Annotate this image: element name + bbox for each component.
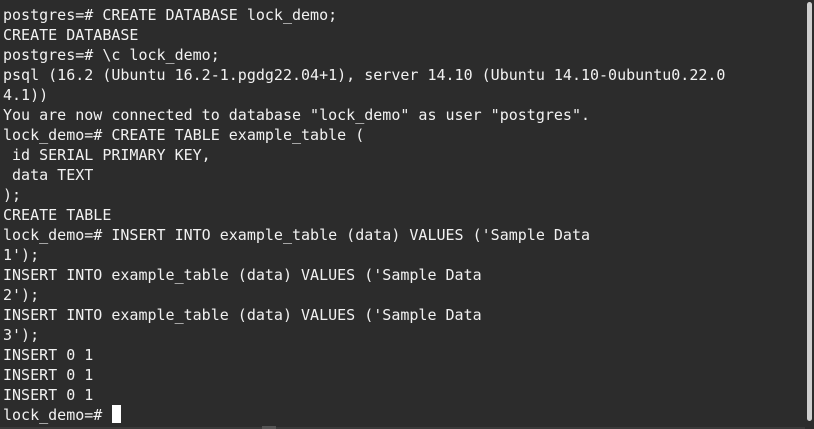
terminal-line: 2'); <box>3 286 40 304</box>
terminal-line: You are now connected to database "lock_… <box>3 106 590 124</box>
scrollbar-thumb[interactable] <box>807 2 812 421</box>
prompt-text: lock_demo=# <box>3 406 112 424</box>
terminal-line: psql (16.2 (Ubuntu 16.2-1.pgdg22.04+1), … <box>3 66 726 84</box>
terminal-line: INSERT 0 1 <box>3 386 94 404</box>
terminal-line: postgres=# CREATE DATABASE lock_demo; <box>3 6 338 24</box>
terminal-window[interactable]: postgres=# CREATE DATABASE lock_demo; CR… <box>0 0 814 429</box>
text-cursor <box>112 405 122 423</box>
terminal-line: 4.1)) <box>3 86 49 104</box>
terminal-line: id SERIAL PRIMARY KEY, <box>3 146 211 164</box>
vertical-scrollbar[interactable] <box>805 0 814 429</box>
terminal-line: INSERT 0 1 <box>3 346 94 364</box>
terminal-line: 3'); <box>3 326 40 344</box>
terminal-line: lock_demo=# INSERT INTO example_table (d… <box>3 226 590 244</box>
terminal-line: INSERT 0 1 <box>3 366 94 384</box>
terminal-output: postgres=# CREATE DATABASE lock_demo; CR… <box>3 5 803 425</box>
terminal-line: data TEXT <box>3 166 94 184</box>
terminal-line: lock_demo=# CREATE TABLE example_table ( <box>3 126 365 144</box>
terminal-line: CREATE DATABASE <box>3 26 139 44</box>
terminal-line: postgres=# \c lock_demo; <box>3 46 220 64</box>
prompt-line[interactable]: lock_demo=# <box>3 405 803 425</box>
terminal-line: ); <box>3 186 22 204</box>
terminal-line: INSERT INTO example_table (data) VALUES … <box>3 306 482 324</box>
terminal-line: CREATE TABLE <box>3 206 112 224</box>
terminal-line: 1'); <box>3 246 40 264</box>
terminal-line: INSERT INTO example_table (data) VALUES … <box>3 266 482 284</box>
